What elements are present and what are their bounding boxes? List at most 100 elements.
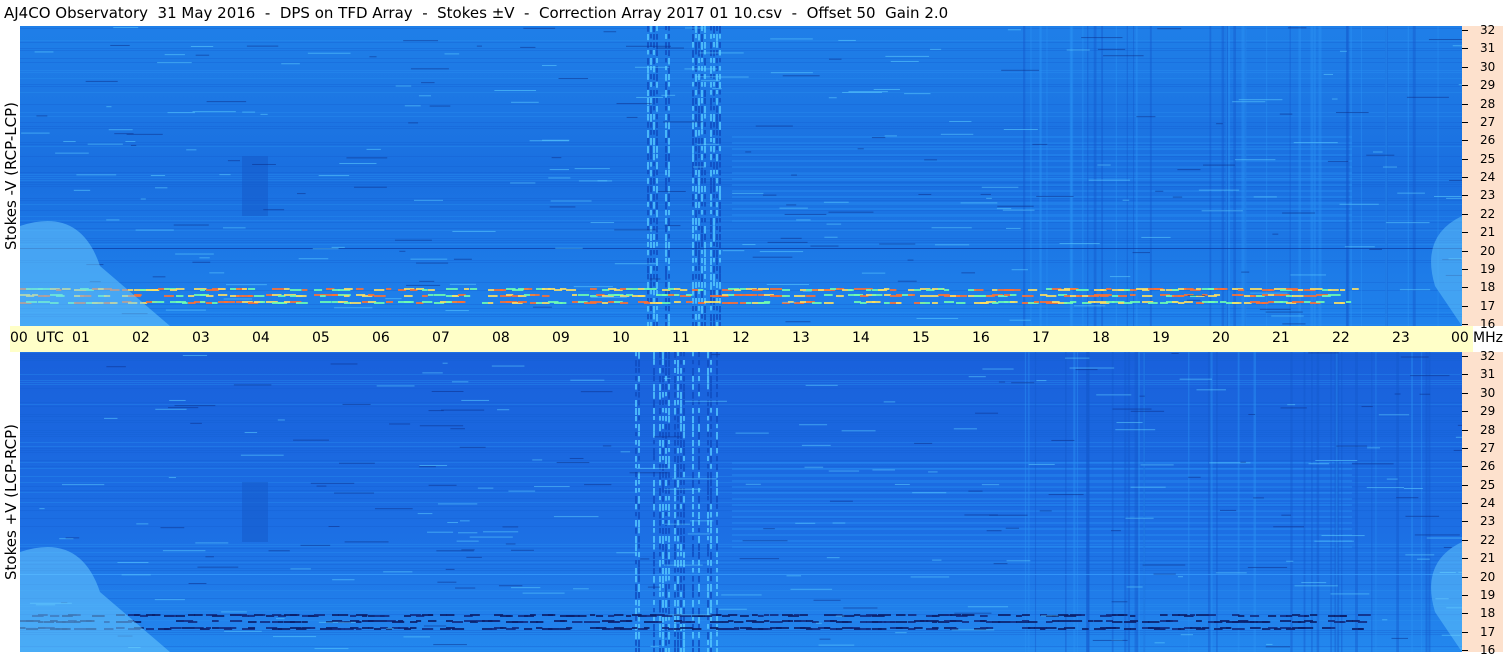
spectrogram-stripe [665, 632, 667, 638]
spectrogram-dash [1006, 227, 1021, 229]
spectrogram-dash [1075, 369, 1098, 371]
spectrogram-dash [458, 532, 478, 534]
spectrogram-stripe [683, 448, 685, 456]
frequency-tick-mark [1462, 66, 1468, 68]
spectrogram-stripe [683, 408, 685, 416]
spectrogram-band [20, 422, 1462, 423]
spectrogram-stripe [692, 106, 694, 111]
spectrogram-dash [634, 66, 670, 68]
spectrogram-band [20, 356, 1462, 357]
spectrogram-stripe [668, 648, 670, 652]
spectrogram-stripe [668, 98, 670, 104]
spectrogram-dash [456, 540, 479, 542]
spectrogram-signal [1112, 627, 1120, 629]
spectrogram-band [20, 402, 1462, 403]
spectrogram-dash [39, 508, 45, 510]
spectrogram-stripe [638, 600, 640, 606]
spectrogram-stripe [683, 432, 685, 439]
spectrogram-stripe [647, 186, 649, 193]
spectrogram-signal [176, 295, 184, 297]
spectrogram-stripe [659, 416, 661, 421]
spectrogram-dash [242, 111, 256, 113]
spectrogram-stripe [665, 274, 667, 280]
spectrogram-stripe [677, 392, 679, 398]
spectrogram-stripe [698, 106, 700, 114]
spectrogram-stripe [650, 138, 652, 145]
spectrogram-stripe [713, 146, 715, 153]
spectrogram-stripe [701, 282, 703, 288]
spectrogram-dash [522, 592, 565, 594]
spectrogram-signal [254, 295, 265, 297]
spectrogram-dash [224, 630, 262, 632]
spectrogram-stripe [698, 464, 700, 470]
spectrogram-dash [106, 106, 112, 108]
spectrogram-stripe [719, 250, 721, 255]
spectrogram-stripe [665, 584, 667, 592]
spectrogram-stripe [707, 632, 709, 640]
spectrogram-dash [34, 51, 54, 53]
spectrogram-stripe [677, 440, 679, 446]
spectrogram-stripe [710, 66, 712, 74]
spectrogram-dash [918, 193, 932, 195]
frequency-tick-label: 25 [1480, 477, 1496, 492]
spectrogram-signal [872, 294, 883, 296]
spectrogram-stripe [719, 226, 721, 233]
spectrogram-vertical-line [1298, 26, 1301, 326]
spectrogram-stripe [698, 584, 700, 592]
spectrogram-stripe [695, 26, 697, 33]
spectrogram-stripe [647, 290, 649, 295]
spectrogram-dash [1002, 209, 1035, 211]
spectrogram-signal [974, 289, 984, 291]
spectrogram-stripe [662, 456, 664, 461]
spectrogram-signal [182, 627, 195, 629]
spectrogram-stripe [716, 392, 718, 398]
spectrogram-dash [418, 95, 431, 97]
spectrogram-dash [459, 520, 470, 522]
spectrogram-signal [746, 302, 752, 304]
spectrogram-dash [1196, 389, 1226, 391]
spectrogram-signal [824, 294, 833, 296]
spectrogram-stripe [692, 584, 694, 592]
spectrogram-dash [720, 76, 749, 78]
spectrogram-image [20, 26, 1462, 326]
spectrogram-stripe [713, 290, 715, 295]
spectrogram-dash [745, 151, 752, 153]
spectrogram-signal [542, 295, 550, 297]
spectrogram-stripe [719, 42, 721, 48]
spectrogram-band [732, 540, 1352, 542]
spectrogram-signal [1178, 302, 1185, 304]
spectrogram-stripe [695, 50, 697, 55]
spectrogram-dash [1142, 564, 1186, 566]
spectrogram-stripe [668, 42, 670, 49]
spectrogram-signal [512, 627, 519, 629]
spectrogram-stripe [713, 154, 715, 159]
spectrogram-dash [828, 470, 860, 472]
spectrogram-dash [759, 251, 804, 253]
spectrogram-dash [701, 80, 720, 82]
spectrogram-dash [342, 403, 371, 405]
spectrogram-stripe [716, 170, 718, 175]
spectrogram-dash [195, 54, 210, 56]
spectrogram-dash [1203, 164, 1236, 166]
spectrogram-stripe [638, 392, 640, 398]
spectrogram-signal [866, 628, 872, 630]
spectrogram-dash [1286, 560, 1294, 562]
spectrogram-stripe [680, 472, 682, 478]
spectrogram-stripe [692, 368, 694, 376]
frequency-tick-label: 27 [1480, 114, 1496, 129]
spectrogram-vertical-line [1209, 26, 1212, 326]
spectrogram-stripe [647, 266, 649, 274]
spectrogram-stripe [716, 42, 718, 48]
spectrogram-stripe [647, 90, 649, 96]
spectrogram-vertical-line [1149, 26, 1152, 326]
spectrogram-dash [155, 187, 168, 189]
spectrogram-stripe [716, 632, 718, 637]
spectrogram-stripe [710, 584, 712, 592]
spectrogram-vertical-line [1425, 352, 1428, 652]
spectrogram-dash [804, 466, 824, 468]
spectrogram-dash [961, 272, 976, 274]
spectrogram-stripe [698, 480, 700, 485]
spectrogram-signal [896, 621, 908, 623]
spectrogram-stripe [719, 90, 721, 95]
spectrogram-dash [1110, 530, 1121, 532]
